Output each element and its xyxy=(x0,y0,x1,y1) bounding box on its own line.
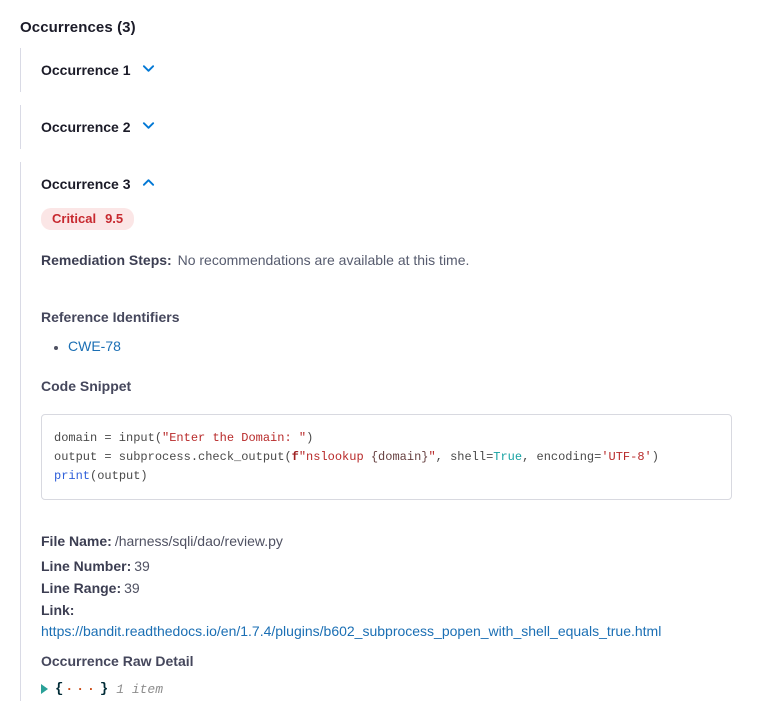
json-item-count: 1 item xyxy=(116,682,163,697)
code-token: output = subprocess.check_output( xyxy=(54,450,292,464)
code-token: (output) xyxy=(90,469,148,483)
occurrence-3-toggle[interactable]: Occurrence 3 xyxy=(41,174,156,194)
remediation-steps: Remediation Steps: No recommendations ar… xyxy=(41,251,731,270)
code-token: True xyxy=(493,450,522,464)
occurrence-1-section: Occurrence 1 xyxy=(20,48,731,92)
file-name-label: File Name: xyxy=(41,533,112,549)
link-line: Link: https://bandit.readthedocs.io/en/1… xyxy=(41,600,731,642)
code-token: f xyxy=(292,450,299,464)
code-token: ) xyxy=(652,450,659,464)
line-range-line: Line Range:39 xyxy=(41,578,731,599)
link-label: Link: xyxy=(41,602,74,618)
occurrence-metadata: File Name:/harness/sqli/dao/review.py Li… xyxy=(41,531,731,697)
code-line: print(output) xyxy=(54,467,719,486)
occurrence-3-label: Occurrence 3 xyxy=(41,176,131,192)
file-name-value: /harness/sqli/dao/review.py xyxy=(115,533,283,549)
code-token: domain = input( xyxy=(54,431,162,445)
line-number-label: Line Number: xyxy=(41,558,131,574)
bandit-doc-link[interactable]: https://bandit.readthedocs.io/en/1.7.4/p… xyxy=(41,623,661,639)
severity-label: Critical xyxy=(52,211,96,226)
code-token: {domain} xyxy=(371,450,429,464)
file-name-line: File Name:/harness/sqli/dao/review.py xyxy=(41,531,731,552)
code-token: , encoding= xyxy=(522,450,601,464)
occurrence-1-label: Occurrence 1 xyxy=(41,62,131,78)
code-snippet-lines: domain = input("Enter the Domain: ")outp… xyxy=(54,429,719,486)
code-line: domain = input("Enter the Domain: ") xyxy=(54,429,719,448)
code-token: "Enter the Domain: " xyxy=(162,431,306,445)
line-number-value: 39 xyxy=(134,558,150,574)
occurrence-3-section: Occurrence 3 Critical 9.5 Remediation Ste… xyxy=(20,162,731,701)
page-title: Occurrences (3) xyxy=(20,19,731,36)
code-line: output = subprocess.check_output(f"nsloo… xyxy=(54,448,719,467)
list-item: CWE-78 xyxy=(68,338,731,355)
code-token: , shell= xyxy=(436,450,494,464)
code-token: " xyxy=(428,450,435,464)
occurrence-2-section: Occurrence 2 xyxy=(20,105,731,149)
remediation-text: No recommendations are available at this… xyxy=(178,252,470,268)
chevron-up-icon[interactable] xyxy=(141,176,156,194)
line-range-label: Line Range: xyxy=(41,580,121,596)
code-token: print xyxy=(54,469,90,483)
expand-triangle-icon[interactable] xyxy=(41,684,48,694)
severity-badge: Critical 9.5 xyxy=(41,208,134,230)
cwe-link[interactable]: CWE-78 xyxy=(68,338,121,354)
remediation-label: Remediation Steps: xyxy=(41,252,172,268)
occurrence-2-toggle[interactable]: Occurrence 2 xyxy=(41,117,156,137)
reference-identifiers-heading: Reference Identifiers xyxy=(41,309,731,325)
raw-detail-json-root[interactable]: { ... } 1 item xyxy=(41,681,163,697)
occurrence-2-label: Occurrence 2 xyxy=(41,119,131,135)
code-token: "nslookup xyxy=(299,450,371,464)
json-close-brace: } xyxy=(100,681,108,697)
reference-identifiers-list: CWE-78 xyxy=(41,338,731,355)
occurrence-1-toggle[interactable]: Occurrence 1 xyxy=(41,60,156,80)
code-token: ) xyxy=(306,431,313,445)
line-number-line: Line Number:39 xyxy=(41,556,731,577)
code-snippet-heading: Code Snippet xyxy=(41,378,731,394)
code-snippet: domain = input("Enter the Domain: ")outp… xyxy=(41,414,732,500)
json-collapsed-ellipsis: ... xyxy=(65,679,97,694)
chevron-down-icon[interactable] xyxy=(141,62,156,80)
code-token: 'UTF-8' xyxy=(601,450,651,464)
occurrences-panel: Occurrences (3) Occurrence 1 Occurrence … xyxy=(0,0,771,650)
line-range-value: 39 xyxy=(124,580,140,596)
chevron-down-icon[interactable] xyxy=(141,119,156,137)
severity-score: 9.5 xyxy=(105,211,123,226)
json-open-brace: { xyxy=(55,681,63,697)
occurrence-raw-detail-heading: Occurrence Raw Detail xyxy=(41,651,731,672)
